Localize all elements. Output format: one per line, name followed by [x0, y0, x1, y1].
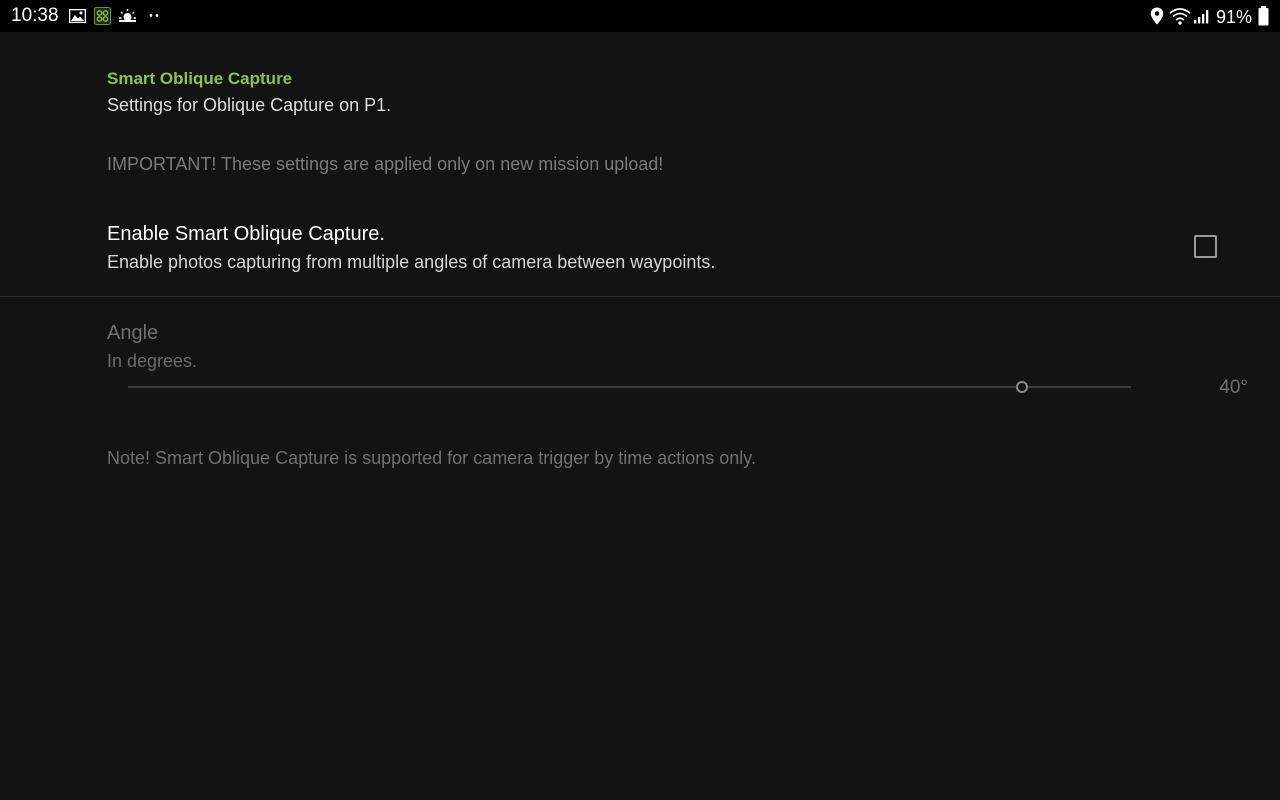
app-icon	[94, 7, 111, 25]
enable-pref-title: Enable Smart Oblique Capture.	[107, 223, 385, 245]
section-title: Smart Oblique Capture	[107, 69, 293, 88]
location-icon	[1150, 7, 1164, 25]
signal-icon	[1194, 10, 1209, 24]
enable-pref-summary: Enable photos capturing from multiple an…	[107, 252, 716, 272]
divider	[0, 296, 1280, 297]
important-notice: IMPORTANT! These settings are applied on…	[107, 154, 664, 174]
battery-icon	[1258, 6, 1269, 26]
more-notifications-icon	[149, 14, 159, 17]
angle-slider-thumb[interactable]	[1015, 381, 1028, 393]
angle-pref-summary: In degrees.	[107, 351, 198, 371]
status-bar: 10:38 91%	[0, 0, 1280, 32]
gallery-icon	[69, 9, 86, 23]
angle-pref-title: Angle	[107, 322, 159, 344]
note-text: Note! Smart Oblique Capture is supported…	[107, 448, 756, 468]
status-time: 10:38	[11, 5, 59, 26]
section-subtitle: Settings for Oblique Capture on P1.	[107, 95, 392, 115]
angle-value-label: 40°	[1219, 377, 1248, 398]
enable-smart-oblique-capture-row[interactable]: Enable Smart Oblique Capture. Enable pho…	[0, 210, 1280, 296]
angle-slider-track[interactable]	[128, 386, 1131, 388]
enable-smart-oblique-checkbox[interactable]	[1194, 235, 1217, 258]
settings-screen: Smart Oblique Capture Settings for Obliq…	[0, 32, 1280, 800]
wifi-icon	[1169, 8, 1191, 25]
weather-icon	[119, 9, 136, 22]
battery-percent: 91%	[1216, 7, 1253, 27]
